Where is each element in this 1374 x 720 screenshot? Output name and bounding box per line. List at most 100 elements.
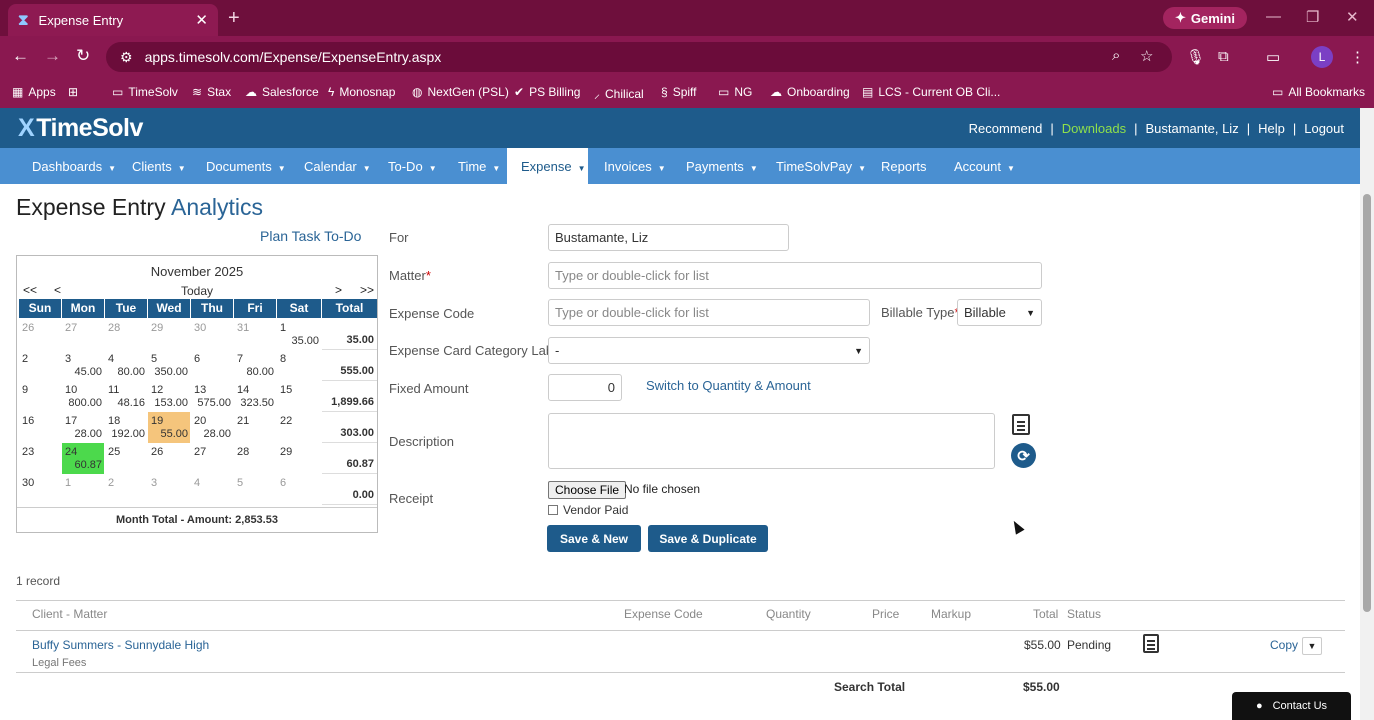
bookmark-onboarding[interactable]: ☁ Onboarding <box>770 85 850 99</box>
switch-quantity-link[interactable]: Switch to Quantity & Amount <box>646 378 811 393</box>
calendar-day[interactable]: 26 <box>19 319 61 350</box>
search-icon[interactable]: ⌕ <box>1112 47 1120 64</box>
bookmark-apps[interactable]: ▦ Apps <box>12 85 56 99</box>
analytics-tab[interactable]: Analytics <box>171 194 263 221</box>
copy-link[interactable]: Copy <box>1270 638 1298 652</box>
nav-timesolvpay[interactable]: TimeSolvPay ▼ <box>776 159 866 174</box>
bookmark-grid[interactable]: ⊞ <box>68 85 78 99</box>
minimize-icon[interactable]: — <box>1266 8 1281 25</box>
bookmark-chilical[interactable]: ⸝ Chilical <box>594 85 644 102</box>
refresh-icon[interactable]: ⟳ <box>1011 443 1036 468</box>
col-total[interactable]: Total <box>1033 607 1058 621</box>
bookmark-ng[interactable]: ▭ NG <box>718 85 752 99</box>
calendar-day[interactable]: 15 <box>277 381 321 412</box>
col-expense-code[interactable]: Expense Code <box>624 607 703 621</box>
description-textarea[interactable] <box>548 413 995 469</box>
timesolv-logo[interactable]: XTimeSolv <box>18 114 143 143</box>
col-markup[interactable]: Markup <box>931 607 971 621</box>
calendar-day[interactable]: 28 <box>105 319 147 350</box>
calendar-day[interactable]: 12 153.00 <box>148 381 190 412</box>
help-link[interactable]: Help <box>1258 121 1285 136</box>
calendar-day[interactable]: 31 <box>234 319 276 350</box>
calendar-day[interactable]: 23 <box>19 443 61 474</box>
calendar-day[interactable]: 4 80.00 <box>105 350 147 381</box>
document-icon[interactable] <box>1143 634 1159 653</box>
calendar-day[interactable]: 6 <box>191 350 233 381</box>
calendar-day[interactable]: 14 323.50 <box>234 381 276 412</box>
calendar-day[interactable]: 5 <box>234 474 276 505</box>
choose-file-button[interactable]: Choose File <box>548 481 627 499</box>
recommend-link[interactable]: Recommend <box>969 121 1043 136</box>
card-category-select[interactable]: - ▼ <box>548 337 870 364</box>
expense-code-input[interactable]: Type or double-click for list <box>548 299 870 326</box>
close-window-icon[interactable]: ✕ <box>1346 8 1359 26</box>
col-client-matter[interactable]: Client - Matter <box>32 607 107 621</box>
calendar-day[interactable]: 6 <box>277 474 321 505</box>
vendor-paid-checkbox[interactable] <box>548 505 558 515</box>
all-bookmarks[interactable]: ▭ All Bookmarks <box>1272 85 1365 99</box>
calendar-day[interactable]: 10 800.00 <box>62 381 104 412</box>
plan-task-todo-link[interactable]: Plan Task To-Do <box>260 228 361 244</box>
nav-todo[interactable]: To-Do ▼ <box>388 159 437 174</box>
for-field[interactable]: Bustamante, Liz <box>548 224 789 251</box>
save-duplicate-button[interactable]: Save & Duplicate <box>648 525 768 552</box>
calendar-day[interactable]: 22 <box>277 412 321 443</box>
downloads-link[interactable]: Downloads <box>1062 121 1126 136</box>
calendar-day[interactable]: 7 80.00 <box>234 350 276 381</box>
calendar-day[interactable]: 18 192.00 <box>105 412 147 443</box>
nav-reports[interactable]: Reports <box>881 159 927 174</box>
cast-icon[interactable]: ▭ <box>1266 48 1280 66</box>
calendar-day[interactable]: 11 48.16 <box>105 381 147 412</box>
calendar-day[interactable]: 17 28.00 <box>62 412 104 443</box>
col-status[interactable]: Status <box>1067 607 1101 621</box>
calendar-day[interactable]: 19 55.00 <box>148 412 190 443</box>
calendar-day[interactable]: 13 575.00 <box>191 381 233 412</box>
nav-account[interactable]: Account ▼ <box>954 159 1015 174</box>
close-tab-icon[interactable]: ✕ <box>195 11 208 29</box>
client-matter-link[interactable]: Buffy Summers - Sunnydale High <box>32 638 209 652</box>
extensions-icon[interactable]: ⧉ <box>1218 48 1229 65</box>
calendar-day[interactable]: 24 60.87 <box>62 443 104 474</box>
reload-icon[interactable]: ↻ <box>76 46 90 66</box>
bookmark-monosnap[interactable]: ϟ Monosnap <box>328 85 395 99</box>
calendar-day[interactable]: 4 <box>191 474 233 505</box>
row-actions-dropdown[interactable]: ▼ <box>1302 637 1322 655</box>
site-info-icon[interactable]: ⚙ <box>120 49 133 66</box>
new-tab-icon[interactable]: + <box>228 7 240 30</box>
microphone-icon[interactable]: 🎙 <box>1186 48 1205 66</box>
calendar-day[interactable]: 8 <box>277 350 321 381</box>
save-new-button[interactable]: Save & New <box>547 525 641 552</box>
calendar-day[interactable]: 20 28.00 <box>191 412 233 443</box>
bookmark-salesforce[interactable]: ☁ Salesforce <box>245 85 319 99</box>
nav-documents[interactable]: Documents ▼ <box>206 159 286 174</box>
col-price[interactable]: Price <box>872 607 899 621</box>
profile-avatar[interactable]: L <box>1311 46 1333 68</box>
contact-us-button[interactable]: ● Contact Us <box>1232 692 1351 720</box>
star-icon[interactable]: ☆ <box>1140 47 1153 65</box>
next-year-button[interactable]: >> <box>360 283 374 297</box>
user-link[interactable]: Bustamante, Liz <box>1145 121 1238 136</box>
billable-type-select[interactable]: Billable ▼ <box>957 299 1042 326</box>
back-icon[interactable]: ← <box>12 46 29 66</box>
nav-clients[interactable]: Clients ▼ <box>132 159 186 174</box>
nav-expense[interactable]: Expense ▼ <box>507 148 588 184</box>
calendar-day[interactable]: 25 <box>105 443 147 474</box>
calendar-day[interactable]: 3 45.00 <box>62 350 104 381</box>
calendar-day[interactable]: 27 <box>191 443 233 474</box>
calendar-day[interactable]: 3 <box>148 474 190 505</box>
nav-dashboards[interactable]: Dashboards ▼ <box>32 159 116 174</box>
calendar-day[interactable]: 27 <box>62 319 104 350</box>
calendar-day[interactable]: 28 <box>234 443 276 474</box>
nav-invoices[interactable]: Invoices ▼ <box>604 159 666 174</box>
maximize-icon[interactable]: ❐ <box>1306 8 1319 26</box>
logout-link[interactable]: Logout <box>1304 121 1344 136</box>
calendar-day[interactable]: 9 <box>19 381 61 412</box>
bookmark-lcs[interactable]: ▤ LCS - Current OB Cli... <box>862 85 1000 99</box>
calendar-day[interactable]: 30 <box>19 474 61 505</box>
menu-kebab-icon[interactable]: ⋮ <box>1350 48 1365 66</box>
calendar-day[interactable]: 16 <box>19 412 61 443</box>
browser-tab[interactable]: ⧗ Expense Entry ✕ <box>8 4 218 36</box>
matter-input[interactable]: Type or double-click for list <box>548 262 1042 289</box>
calendar-day[interactable]: 30 <box>191 319 233 350</box>
calendar-day[interactable]: 1 <box>62 474 104 505</box>
